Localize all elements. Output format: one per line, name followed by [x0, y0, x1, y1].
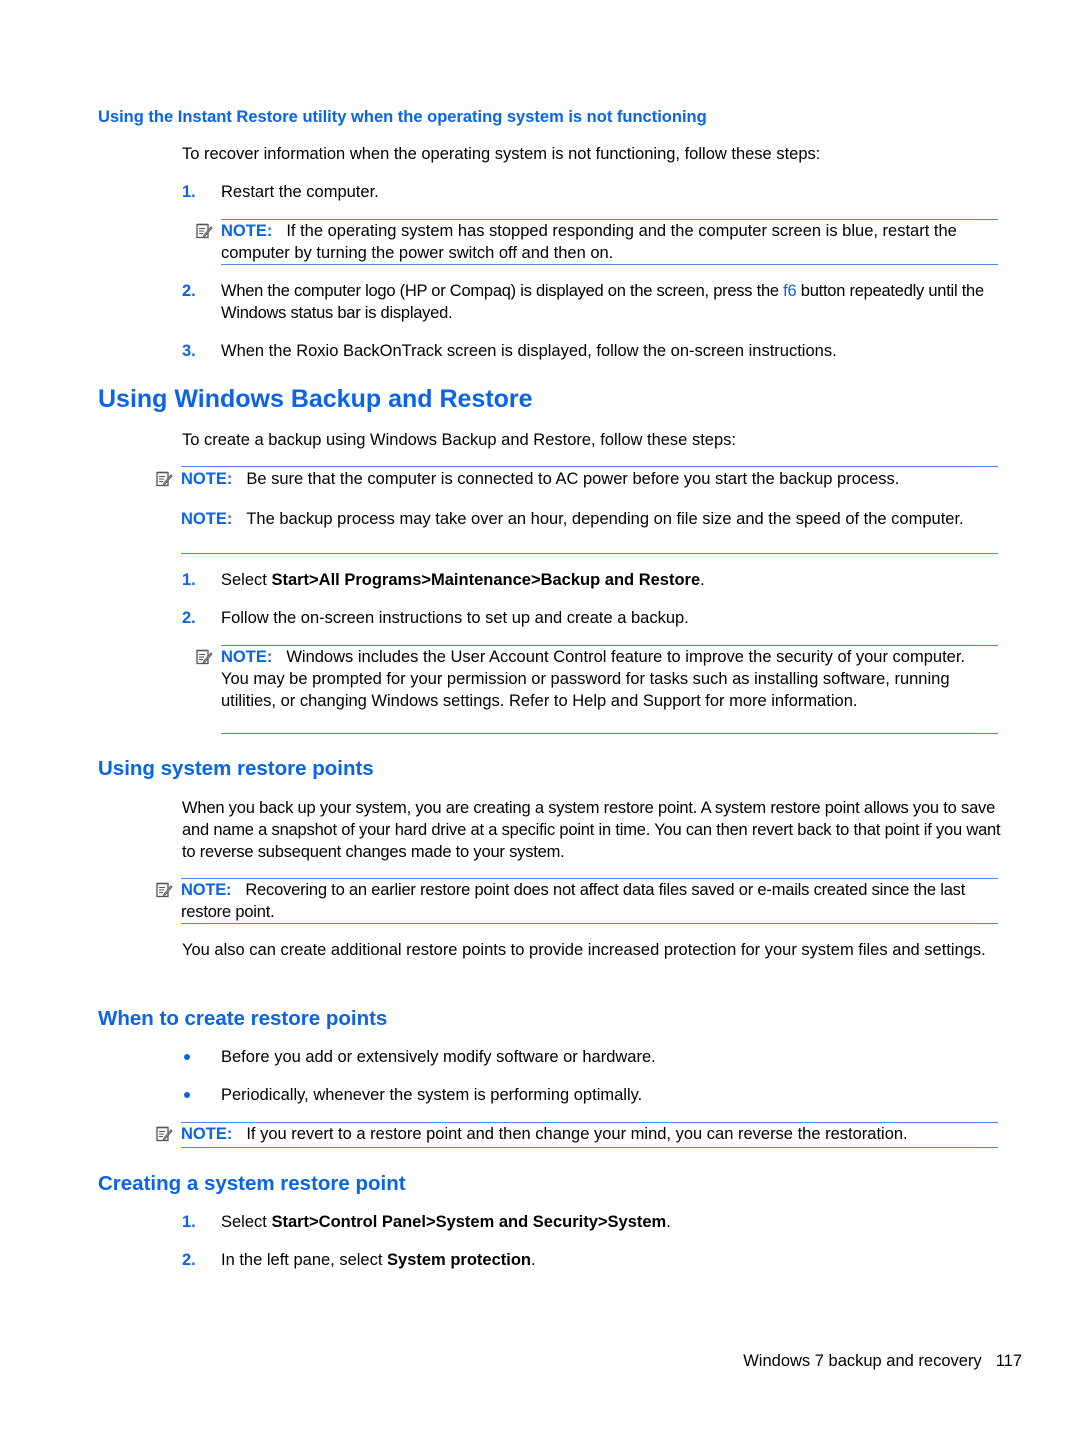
paragraph: You also can create additional restore p…	[182, 941, 986, 959]
step-text: Follow the on-screen instructions to set…	[221, 609, 689, 627]
list-item: 1.	[182, 1211, 196, 1233]
intro-instant-restore: To recover information when the operatin…	[182, 145, 821, 163]
list-item: 1.	[182, 569, 196, 591]
step-text: When the Roxio BackOnTrack screen is dis…	[221, 342, 837, 360]
intro-backup: To create a backup using Windows Backup …	[182, 431, 736, 449]
step-text: In the left pane, select System protecti…	[221, 1249, 536, 1271]
bullet-dot	[184, 1092, 190, 1098]
note-content: NOTE: Windows includes the User Account C…	[221, 646, 981, 712]
note-content: NOTE: Recovering to an earlier restore po…	[181, 879, 1001, 923]
step-text-part: .	[700, 571, 705, 589]
note-box: NOTE: If you revert to a restore point an…	[181, 1122, 998, 1148]
step-text-part: When the computer logo (HP or Compaq) is…	[221, 282, 784, 300]
step-number: 2.	[182, 282, 196, 300]
list-item: Before you add or extensively modify sof…	[221, 1048, 656, 1066]
step-text: Select Start>Control Panel>System and Se…	[221, 1211, 671, 1233]
section-heading-instant-restore: Using the Instant Restore utility when t…	[98, 108, 707, 126]
page-title: Using Windows Backup and Restore	[98, 385, 533, 413]
paragraph: When you back up your system, you are cr…	[182, 799, 1001, 861]
note-text: The backup process may take over an hour…	[246, 510, 964, 528]
note-label: NOTE:	[181, 470, 233, 488]
note-text: If you revert to a restore point and the…	[246, 1125, 908, 1143]
list-item: 2.	[182, 1249, 196, 1271]
step-text: When the computer logo (HP or Compaq) is…	[221, 280, 1001, 324]
step-number: 1.	[182, 1213, 196, 1231]
section-heading-creating: Creating a system restore point	[98, 1172, 406, 1195]
step-number: 1.	[182, 183, 196, 201]
menu-path: Start>Control Panel>System and Security>…	[271, 1213, 667, 1231]
step-text-part: .	[530, 1251, 536, 1269]
bullet-dot	[184, 1054, 190, 1060]
setting-name: System protection	[387, 1251, 531, 1269]
note-label: NOTE:	[181, 510, 233, 528]
note-text: Recovering to an earlier restore point d…	[181, 881, 966, 921]
f6-key-link[interactable]: f6	[783, 282, 797, 300]
page-footer: Windows 7 backup and recovery 117	[743, 1350, 1022, 1372]
menu-path: Start>All Programs>Maintenance>Backup an…	[271, 571, 701, 589]
page-number: 117	[995, 1352, 1022, 1370]
note-pad-icon	[155, 470, 173, 488]
note-box: NOTE: If the operating system has stopped…	[221, 219, 998, 265]
step-number: 3.	[182, 342, 196, 360]
note-pad-icon	[155, 881, 173, 899]
step-text: Select Start>All Programs>Maintenance>Ba…	[221, 569, 705, 591]
section-heading-restore-points: Using system restore points	[98, 757, 374, 780]
note-box: NOTE: Be sure that the computer is connec…	[181, 466, 998, 554]
step-number: 1.	[182, 571, 196, 589]
list-item: 2.	[182, 280, 196, 302]
step-text-part: Select	[221, 571, 272, 589]
note-content: NOTE: The backup process may take over an…	[181, 508, 971, 530]
section-heading-when: When to create restore points	[98, 1007, 388, 1030]
note-content: NOTE: If the operating system has stopped…	[221, 220, 998, 264]
list-item: 2.	[182, 607, 196, 629]
note-label: NOTE:	[221, 648, 273, 666]
note-label: NOTE:	[181, 1125, 233, 1143]
note-text: Be sure that the computer is connected t…	[246, 470, 900, 488]
footer-chapter: Windows 7 backup and recovery	[743, 1352, 982, 1370]
note-pad-icon	[195, 222, 213, 240]
list-item: 1.	[182, 181, 196, 203]
note-label: NOTE:	[181, 881, 232, 899]
note-label: NOTE:	[221, 222, 273, 240]
note-text: If the operating system has stopped resp…	[221, 222, 957, 262]
list-item: 3.	[182, 340, 196, 362]
note-text: Windows includes the User Account Contro…	[221, 648, 965, 710]
note-pad-icon	[195, 648, 213, 666]
step-number: 2.	[182, 609, 196, 627]
note-content: NOTE: Be sure that the computer is connec…	[181, 468, 998, 490]
note-box: NOTE: Windows includes the User Account C…	[221, 645, 998, 734]
note-content: NOTE: If you revert to a restore point an…	[181, 1123, 1011, 1145]
step-number: 2.	[182, 1251, 196, 1269]
note-pad-icon	[155, 1125, 173, 1143]
step-text: Restart the computer.	[221, 183, 379, 201]
step-text-part: .	[666, 1213, 671, 1231]
step-text-part: In the left pane, select	[221, 1251, 388, 1269]
note-box: NOTE: Recovering to an earlier restore po…	[181, 878, 998, 924]
step-text-part: Select	[221, 1213, 272, 1231]
list-item: Periodically, whenever the system is per…	[221, 1086, 643, 1104]
